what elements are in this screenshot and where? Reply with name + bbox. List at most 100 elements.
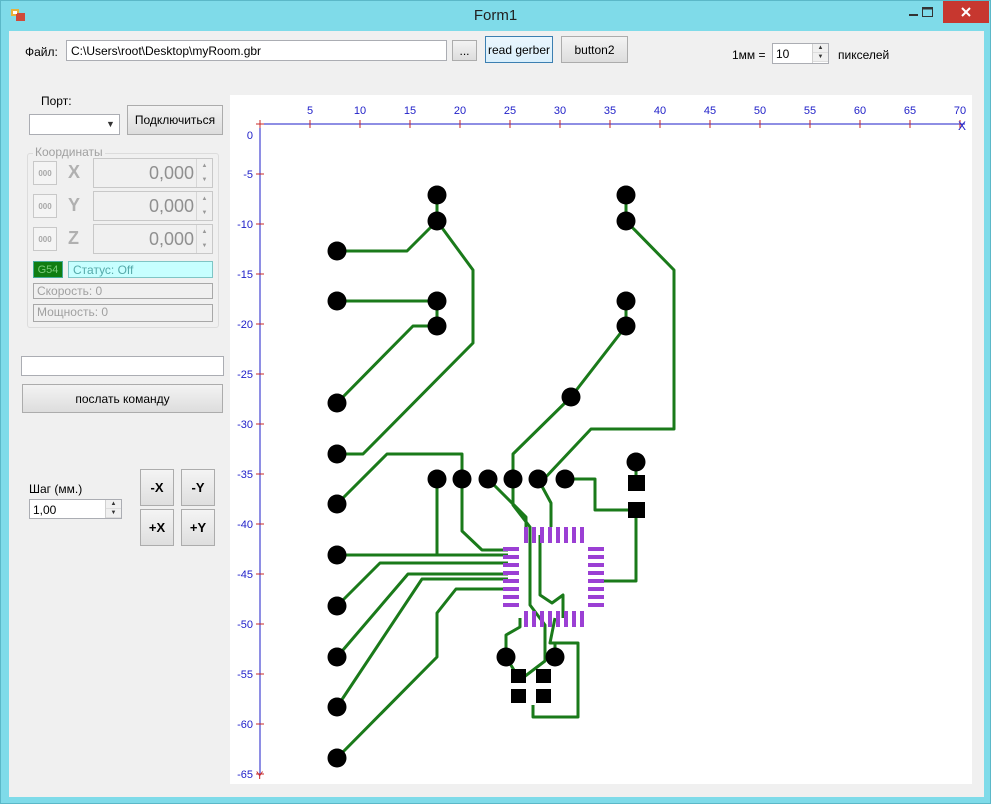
zero-z-button[interactable]: 000 xyxy=(33,227,57,251)
ic-pad xyxy=(503,571,519,575)
ic-pad xyxy=(503,563,519,567)
ic-pad xyxy=(572,527,576,543)
x-tick-label: 20 xyxy=(454,105,466,117)
jog-minus-x-button[interactable]: -X xyxy=(140,469,174,506)
y-tick-label: 0 xyxy=(247,130,253,142)
y-tick-label: -25 xyxy=(237,369,253,381)
ic-pad xyxy=(588,555,604,559)
workspace-badge: G54 xyxy=(33,261,63,278)
y-tick-label: -50 xyxy=(237,619,253,631)
command-input[interactable] xyxy=(21,356,224,376)
y-tick-label: -55 xyxy=(237,669,253,681)
trace xyxy=(600,510,638,583)
close-icon xyxy=(961,7,971,17)
spin-up-icon[interactable]: ▲ xyxy=(813,44,828,53)
connect-button[interactable]: Подключиться xyxy=(127,105,223,135)
round-pad xyxy=(478,469,498,489)
x-tick-label: 25 xyxy=(504,105,516,117)
square-pad xyxy=(536,669,551,683)
browse-button[interactable]: ... xyxy=(452,40,477,61)
close-button[interactable] xyxy=(943,1,989,23)
maximize-button[interactable] xyxy=(914,1,940,23)
spin-up-icon[interactable]: ▲ xyxy=(197,225,212,239)
ic-pad xyxy=(572,611,576,627)
round-pad xyxy=(616,211,636,231)
square-pad xyxy=(628,502,645,518)
ic-pad xyxy=(556,527,560,543)
x-tick-label: 30 xyxy=(554,105,566,117)
round-pads xyxy=(327,185,646,768)
x-tick-label: 5 xyxy=(307,105,313,117)
spin-up-icon[interactable]: ▲ xyxy=(197,159,212,173)
trace xyxy=(335,587,508,760)
coordinates-group-title: Координаты xyxy=(33,145,105,159)
pcb-canvas[interactable]: 5 10 15 20 25 30 35 40 45 50 55 60 65 70 0 -5 -10 -15 -20… xyxy=(230,95,972,784)
ic-pad xyxy=(524,611,528,627)
jog-plus-x-button[interactable]: +X xyxy=(140,509,174,546)
x-coordinate-field[interactable]: 0,000 ▲ ▼ xyxy=(93,158,213,188)
ic-pad xyxy=(503,579,519,583)
spin-down-icon[interactable]: ▼ xyxy=(106,509,121,518)
send-command-button[interactable]: послать команду xyxy=(22,384,223,413)
zero-y-button[interactable]: 000 xyxy=(33,194,57,218)
square-pad xyxy=(536,689,551,703)
scale-prefix-label: 1мм = xyxy=(732,48,766,62)
round-pad xyxy=(327,545,347,565)
y-tick-label: -30 xyxy=(237,419,253,431)
y-tick-label: -40 xyxy=(237,519,253,531)
step-value: 1,00 xyxy=(33,503,57,517)
ic-pad xyxy=(556,611,560,627)
y-coordinate-value: 0,000 xyxy=(148,196,194,216)
y-tick-label: -35 xyxy=(237,469,253,481)
round-pad xyxy=(496,647,516,667)
ic-pad xyxy=(524,527,528,543)
spin-up-icon[interactable]: ▲ xyxy=(106,500,121,509)
x-tick-label: 40 xyxy=(654,105,666,117)
button2[interactable]: button2 xyxy=(561,36,628,63)
x-tick-label: 10 xyxy=(354,105,366,117)
round-pad xyxy=(427,469,447,489)
round-pad xyxy=(427,316,447,336)
x-tick-label: 45 xyxy=(704,105,716,117)
round-pad xyxy=(327,494,347,514)
scale-spinner[interactable]: 10 ▲ ▼ xyxy=(772,43,829,64)
z-coordinate-field[interactable]: 0,000 ▲ ▼ xyxy=(93,224,213,254)
trace xyxy=(460,479,508,552)
step-spinner[interactable]: 1,00 ▲ ▼ xyxy=(29,499,122,519)
axis-z-label: Z xyxy=(68,228,79,248)
round-pad xyxy=(503,469,523,489)
spin-down-icon[interactable]: ▼ xyxy=(197,173,212,187)
y-tick-label: -65 xyxy=(237,769,253,781)
port-select[interactable]: ▼ xyxy=(29,114,120,135)
axis-x-label: X xyxy=(68,162,81,182)
chevron-down-icon: ▼ xyxy=(106,119,115,129)
y-coordinate-field[interactable]: 0,000 ▲ ▼ xyxy=(93,191,213,221)
ic-pad xyxy=(588,547,604,551)
x-tick-label: 65 xyxy=(904,105,916,117)
x-tick-label: 15 xyxy=(404,105,416,117)
spin-up-icon[interactable]: ▲ xyxy=(197,192,212,206)
read-gerber-button[interactable]: read gerber xyxy=(485,36,553,63)
jog-plus-y-button[interactable]: +Y xyxy=(181,509,215,546)
round-pad xyxy=(528,469,548,489)
ic-pad xyxy=(532,611,536,627)
y-tick-label: -5 xyxy=(243,169,253,181)
file-path-input[interactable]: C:\Users\root\Desktop\myRoom.gbr xyxy=(66,40,447,61)
spin-down-icon[interactable]: ▼ xyxy=(197,206,212,220)
pcb-drawing: 5 10 15 20 25 30 35 40 45 50 55 60 65 70 0 -5 -10 -15 -20… xyxy=(237,105,966,782)
spin-down-icon[interactable]: ▼ xyxy=(197,239,212,253)
window-title: Form1 xyxy=(473,7,518,24)
axis-y-label: Y xyxy=(68,195,81,215)
spin-down-icon[interactable]: ▼ xyxy=(813,53,828,62)
x-tick-label: 60 xyxy=(854,105,866,117)
z-coordinate-value: 0,000 xyxy=(148,229,194,249)
title-bar[interactable]: Form1 xyxy=(1,1,990,31)
trace xyxy=(335,572,508,658)
y-tick-label: -20 xyxy=(237,319,253,331)
round-pad xyxy=(616,291,636,311)
jog-minus-y-button[interactable]: -Y xyxy=(181,469,215,506)
file-label: Файл: xyxy=(25,45,58,59)
zero-x-button[interactable]: 000 xyxy=(33,161,57,185)
client-area: Файл: C:\Users\root\Desktop\myRoom.gbr .… xyxy=(9,31,984,797)
round-pad xyxy=(327,748,347,768)
